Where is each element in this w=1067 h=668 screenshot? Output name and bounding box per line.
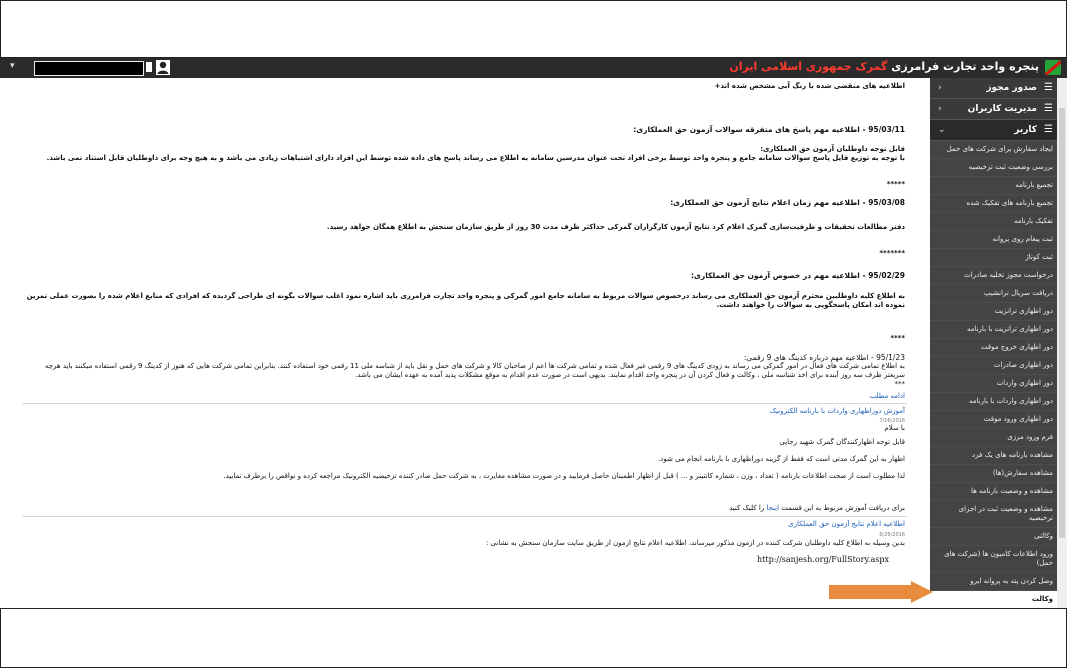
separator-stars: *** — [894, 380, 906, 388]
sidebar-item[interactable]: وصل کردن پته به پروانه ایرو — [930, 573, 1057, 591]
sidebar-item[interactable]: وکالتی — [930, 528, 1057, 546]
sidebar-section-permits[interactable]: ☰ صدور مجوز ‹ — [930, 78, 1057, 99]
app-title: پنجره واحد تجارت فرامرزی گمرک جمهوری اسل… — [729, 60, 1039, 73]
notice-3-title: 95/02/29 - اطلاعیه مهم در خصوص آزمون حق … — [691, 271, 905, 280]
app-title-prefix: پنجره واحد تجارت فرامرزی — [891, 60, 1039, 73]
notice-4-title: 95/1/23 - اطلاعیه مهم درباره کدینگ های 9… — [743, 353, 905, 362]
sidebar-item[interactable]: ورود اطلاعات کامیون ها (شرکت های حمل) — [930, 546, 1057, 573]
user-divider — [146, 62, 152, 72]
sidebar: ☰ صدور مجوز ‹ ☰ مدیریت کاربران ‹ ☰ کاربر… — [930, 78, 1057, 608]
notice-2-title: 95/03/08 - اطلاعیه مهم زمان اعلام نتایج … — [670, 198, 905, 207]
separator-stars: **** — [890, 334, 905, 342]
post-1-line-4-tail: را کلیک کنید — [729, 504, 765, 512]
notice-1-title: 95/03/11 - اطلاعیه مهم پاسخ های متفرقه س… — [633, 125, 905, 134]
sidebar-item[interactable]: تجمیع بارنامه — [930, 177, 1057, 195]
app-title-highlight: گمرک جمهوری اسلامی ایران — [729, 60, 888, 73]
sidebar-section-user[interactable]: ☰ کاربر ⌄ — [930, 120, 1057, 141]
sidebar-item[interactable]: دور اظهاری واردات — [930, 375, 1057, 393]
post-2-body: بدین وسیله به اطلاع کلیه داوطلبان شرکت ک… — [485, 539, 905, 547]
sidebar-item[interactable]: دور اظهاری خروج موقت — [930, 339, 1057, 357]
post-1-line-1: قابل توجه اظهارکنندگان گمرک شهید رجایی — [779, 438, 905, 446]
sidebar-item[interactable]: دور اظهاری صادرات — [930, 357, 1057, 375]
arrow-shaft — [829, 585, 915, 599]
sidebar-item-list: ایجاد سفارش برای شرکت های حمل بررسی وضعیت… — [930, 141, 1057, 608]
notice-2-body: دفتر مطالعات تحقیقات و ظرفیت‌سازی گمرک ا… — [326, 223, 905, 231]
notice-3-body: به اطلاع کلیه داوطلبین محترم آزمون حق ال… — [26, 292, 905, 309]
sidebar-item[interactable]: ثبت کوتاژ — [930, 249, 1057, 267]
annotation-arrow — [829, 581, 937, 603]
chevron-down-icon[interactable]: ▾ — [10, 61, 15, 71]
post-1-greeting: با سلام — [884, 424, 905, 432]
post-2-url[interactable]: http://sanjesh.org/FullStory.aspx — [757, 555, 897, 564]
menu-icon: ☰ — [1044, 124, 1053, 135]
sidebar-section-label: مدیریت کاربران — [967, 104, 1037, 114]
arrow-head — [911, 581, 933, 603]
chevron-left-icon: ‹ — [938, 83, 942, 93]
sidebar-item[interactable]: مشاهده و وضعیت ثبت در اجزای ترخیصیه — [930, 501, 1057, 528]
scrollbar-thumb[interactable] — [1059, 108, 1065, 538]
sidebar-section-label: کاربر — [1014, 125, 1037, 135]
menu-icon: ☰ — [1044, 103, 1053, 114]
redacted-username — [34, 61, 144, 76]
sidebar-item[interactable]: دور اظهاری واردات با بارنامه — [930, 393, 1057, 411]
divider — [22, 403, 907, 404]
notice-1-subtitle: قابل توجه داوطلبان آزمون حق العملکاری: — [760, 145, 905, 153]
menu-icon: ☰ — [1044, 82, 1053, 93]
user-avatar-icon[interactable] — [156, 60, 170, 75]
post-1-line-4-text: برای دریافت آموزش مربوط به این قسمت — [781, 504, 905, 512]
divider — [22, 516, 907, 517]
read-more-link[interactable]: ادامه مطلب — [22, 392, 905, 401]
sidebar-item[interactable]: دور اظهاری ورود موقت — [930, 411, 1057, 429]
sidebar-item[interactable]: درخواست مجوز تخلیه صادرات — [930, 267, 1057, 285]
post-1-line-3: لذا مطلوب است از صحت اطلاعات بارنامه ( ت… — [223, 472, 905, 480]
post-1-line-4: برای دریافت آموزش مربوط به این قسمت اینج… — [22, 504, 905, 513]
sidebar-item[interactable]: مشاهده و وضعیت بارنامه ها — [930, 483, 1057, 501]
post-1-line-2: اظهار به این گمرک مدتی است که فقط از گزی… — [658, 455, 905, 463]
sidebar-item[interactable]: مشاهده بارنامه های یک فرد — [930, 447, 1057, 465]
post-1-title-link[interactable]: آموزش دوراظهاری واردات با بارنامه الکترو… — [22, 407, 905, 416]
main-content: اطلاعیه های منقضی شده با رنگ آبی مشخص شد… — [22, 78, 907, 608]
notice-1-body: با توجه به توزیع فایل پاسخ سوالات سامانه… — [46, 154, 905, 162]
sidebar-item[interactable]: ایجاد سفارش برای شرکت های حمل — [930, 141, 1057, 159]
sidebar-section-label: صدور مجوز — [986, 83, 1037, 93]
sidebar-scrollbar[interactable] — [1057, 78, 1067, 608]
sidebar-item[interactable]: تجمیع بارنامه های تفکیک شده — [930, 195, 1057, 213]
top-bar: پنجره واحد تجارت فرامرزی گمرک جمهوری اسل… — [0, 58, 1067, 78]
sidebar-item[interactable]: بررسی وضعیت ثبت ترخیصیه — [930, 159, 1057, 177]
notice-intro: اطلاعیه های منقضی شده با رنگ آبی مشخص شد… — [714, 82, 905, 90]
notice-4-body: به اطلاع تمامی شرکت های فعال در امور گمر… — [44, 362, 905, 379]
sidebar-item[interactable]: وکالت — [930, 591, 1057, 608]
sidebar-item[interactable]: دریافت سریال ترانشیپ — [930, 285, 1057, 303]
here-link[interactable]: اینجا — [766, 504, 779, 512]
sidebar-section-users[interactable]: ☰ مدیریت کاربران ‹ — [930, 99, 1057, 120]
chevron-left-icon: ‹ — [938, 104, 942, 114]
sidebar-item[interactable]: دور اظهاری ترانزیت — [930, 303, 1057, 321]
chevron-down-icon: ⌄ — [938, 125, 946, 135]
sidebar-item[interactable]: فرم ورود مرزی — [930, 429, 1057, 447]
separator-stars: ******* — [879, 249, 905, 257]
sidebar-item[interactable]: مشاهده سفارش(ها) — [930, 465, 1057, 483]
post-2-title-link[interactable]: اطلاعیه اعلام نتایج آزمون حق العملکاری — [22, 520, 905, 529]
separator-stars: ***** — [886, 180, 905, 188]
customs-logo-icon — [1045, 60, 1061, 75]
browser-viewport: پنجره واحد تجارت فرامرزی گمرک جمهوری اسل… — [0, 57, 1067, 609]
sidebar-item[interactable]: دور اظهاری ترانزیت با بارنامه — [930, 321, 1057, 339]
sidebar-item[interactable]: تفکیک بارنامه — [930, 213, 1057, 231]
sidebar-item[interactable]: ثبت پیغام روی پروانه — [930, 231, 1057, 249]
